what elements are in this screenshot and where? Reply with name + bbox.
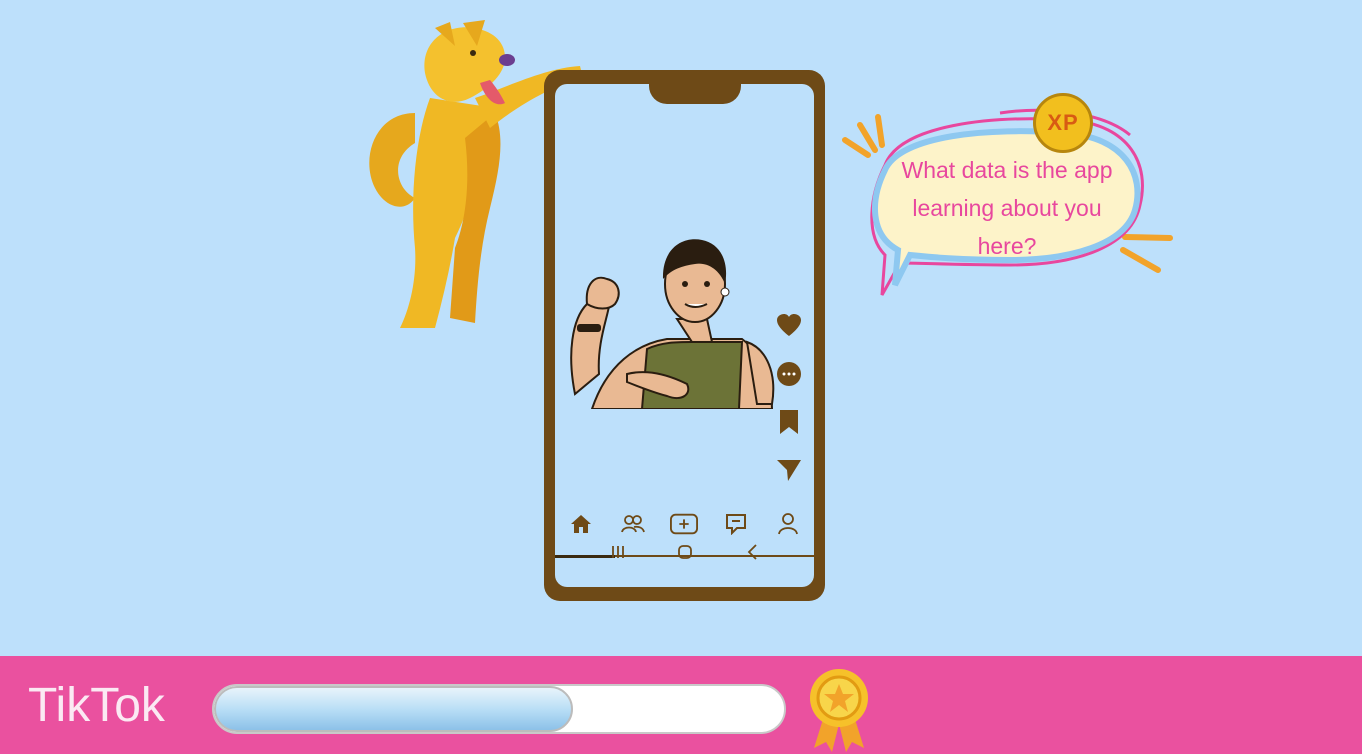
app-bottom-nav <box>555 504 814 544</box>
phone-screen <box>555 84 814 587</box>
lesson-progress-bar: TikTok <box>0 656 1362 754</box>
bookmark-icon[interactable] <box>775 408 803 436</box>
like-icon[interactable] <box>775 312 803 340</box>
profile-icon[interactable] <box>774 510 802 538</box>
friends-icon[interactable] <box>619 510 647 538</box>
xp-coin-icon: XP <box>1033 93 1093 153</box>
phone-frame <box>544 70 825 601</box>
xp-label: XP <box>1047 110 1079 135</box>
inbox-icon[interactable] <box>722 510 750 538</box>
speech-bubble: What data is the app learning about you … <box>840 93 1180 310</box>
home-button-icon[interactable] <box>677 544 693 565</box>
share-icon[interactable] <box>775 456 803 484</box>
video-illustration-flexing-man[interactable] <box>567 224 777 409</box>
xp-progress-fill <box>214 686 574 732</box>
xp-progress-track <box>212 684 786 734</box>
lesson-scene: What data is the app learning about you … <box>0 0 1362 656</box>
phone-notch <box>649 84 741 104</box>
create-icon[interactable] <box>670 510 699 538</box>
system-nav-bar <box>555 539 814 569</box>
lesson-app-name: TikTok <box>28 679 165 732</box>
recents-icon[interactable] <box>611 545 625 564</box>
award-ribbon-icon <box>810 669 868 752</box>
home-icon[interactable] <box>567 510 595 538</box>
lesson-question: What data is the app learning about you … <box>901 157 1113 259</box>
back-icon[interactable] <box>746 543 758 565</box>
comment-icon[interactable] <box>775 360 803 388</box>
